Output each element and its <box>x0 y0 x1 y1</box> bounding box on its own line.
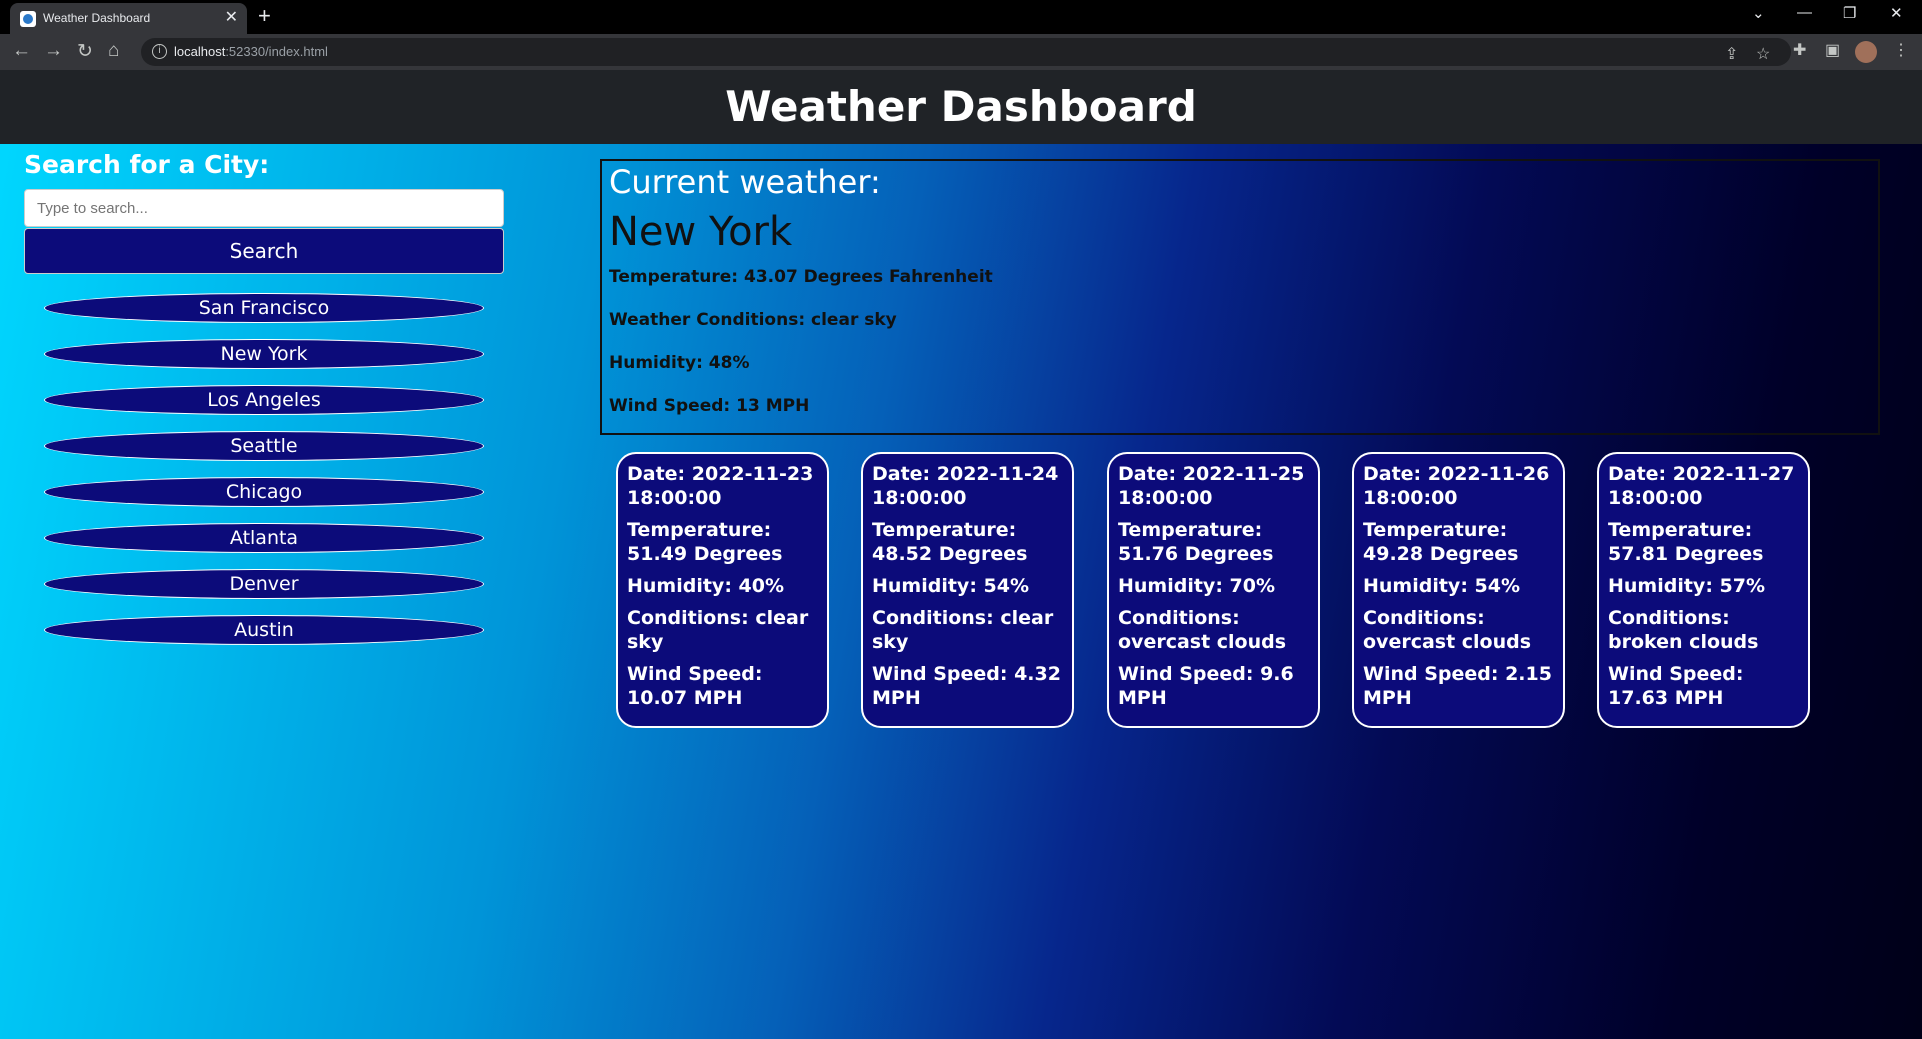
page-title: Weather Dashboard <box>725 82 1197 131</box>
forecast-card: Date: 2022-11-24 18:00:00 Temperature: 4… <box>861 452 1074 728</box>
forecast-conditions: Conditions: clear sky <box>627 607 809 653</box>
forecast-conditions: Conditions: overcast clouds <box>1363 607 1532 653</box>
forecast-wind-speed: Wind Speed: 9.6 MPH <box>1118 663 1294 709</box>
forecast-temperature: Temperature: 51.76 Degrees <box>1118 519 1274 565</box>
city-button-san-francisco[interactable]: San Francisco <box>44 293 484 323</box>
forecast-temperature: Temperature: 48.52 Degrees <box>872 519 1028 565</box>
current-temperature: Temperature: 43.07 Degrees Fahrenheit <box>609 267 993 287</box>
current-city-name: New York <box>609 209 793 255</box>
tab-title: Weather Dashboard <box>43 11 151 25</box>
home-icon[interactable]: ⌂ <box>108 40 119 62</box>
new-tab-icon[interactable]: + <box>258 3 271 29</box>
city-button-seattle[interactable]: Seattle <box>44 431 484 461</box>
close-tab-icon[interactable]: ✕ <box>225 7 238 27</box>
city-button-new-york[interactable]: New York <box>44 339 484 369</box>
forecast-temperature: Temperature: 57.81 Degrees <box>1608 519 1764 565</box>
browser-tab-strip: Weather Dashboard ✕ + ⌄ — ❐ ✕ <box>0 0 1922 34</box>
page-body: Weather Dashboard Search for a City: Sea… <box>0 70 1922 1039</box>
forecast-date: Date: 2022-11-24 18:00:00 <box>872 463 1059 509</box>
current-humidity: Humidity: 48% <box>609 353 750 373</box>
restore-icon[interactable]: ❐ <box>1843 4 1856 22</box>
forecast-humidity: Humidity: 54% <box>872 575 1030 597</box>
current-conditions: Weather Conditions: clear sky <box>609 310 897 330</box>
share-icon[interactable]: ⇪ <box>1725 44 1738 64</box>
forecast-temperature: Temperature: 49.28 Degrees <box>1363 519 1519 565</box>
site-info-icon[interactable]: i <box>152 44 167 59</box>
forecast-temperature: Temperature: 51.49 Degrees <box>627 519 783 565</box>
current-weather-panel: Current weather: New York Temperature: 4… <box>600 159 1880 435</box>
profile-avatar[interactable] <box>1855 41 1877 63</box>
forecast-date: Date: 2022-11-27 18:00:00 <box>1608 463 1795 509</box>
minimize-icon[interactable]: — <box>1797 4 1812 21</box>
forecast-card: Date: 2022-11-23 18:00:00 Temperature: 5… <box>616 452 829 728</box>
search-label: Search for a City: <box>24 150 270 179</box>
back-icon[interactable]: ← <box>12 40 31 62</box>
forecast-humidity: Humidity: 70% <box>1118 575 1276 597</box>
bookmark-star-icon[interactable]: ☆ <box>1756 44 1770 64</box>
city-button-los-angeles[interactable]: Los Angeles <box>44 385 484 415</box>
forecast-humidity: Humidity: 57% <box>1608 575 1766 597</box>
search-input[interactable] <box>24 189 504 227</box>
forward-icon[interactable]: → <box>44 40 63 62</box>
forecast-date: Date: 2022-11-25 18:00:00 <box>1118 463 1305 509</box>
forecast-date: Date: 2022-11-23 18:00:00 <box>627 463 814 509</box>
address-bar[interactable]: i localhost:52330/index.html ⇪ ☆ <box>141 38 1791 66</box>
current-wind-speed: Wind Speed: 13 MPH <box>609 396 810 416</box>
reload-icon[interactable]: ↻ <box>77 40 93 63</box>
close-window-icon[interactable]: ✕ <box>1890 4 1903 22</box>
city-button-denver[interactable]: Denver <box>44 569 484 599</box>
favicon-icon <box>20 11 36 27</box>
forecast-card: Date: 2022-11-26 18:00:00 Temperature: 4… <box>1352 452 1565 728</box>
forecast-conditions: Conditions: broken clouds <box>1608 607 1759 653</box>
forecast-wind-speed: Wind Speed: 17.63 MPH <box>1608 663 1744 709</box>
forecast-wind-speed: Wind Speed: 4.32 MPH <box>872 663 1061 709</box>
browser-tab[interactable]: Weather Dashboard ✕ <box>10 3 247 34</box>
city-button-atlanta[interactable]: Atlanta <box>44 523 484 553</box>
forecast-conditions: Conditions: overcast clouds <box>1118 607 1287 653</box>
forecast-wind-speed: Wind Speed: 10.07 MPH <box>627 663 763 709</box>
side-panel-icon[interactable]: ▣ <box>1825 40 1840 60</box>
forecast-card: Date: 2022-11-27 18:00:00 Temperature: 5… <box>1597 452 1810 728</box>
current-weather-label: Current weather: <box>609 163 881 201</box>
city-history-list: San Francisco New York Los Angeles Seatt… <box>44 293 484 661</box>
forecast-humidity: Humidity: 40% <box>627 575 785 597</box>
forecast-card: Date: 2022-11-25 18:00:00 Temperature: 5… <box>1107 452 1320 728</box>
browser-toolbar: ← → ↻ ⌂ i localhost:52330/index.html ⇪ ☆… <box>0 34 1922 70</box>
city-button-austin[interactable]: Austin <box>44 615 484 645</box>
tab-search-icon[interactable]: ⌄ <box>1752 4 1765 22</box>
menu-dots-icon[interactable]: ⋮ <box>1893 40 1909 60</box>
url-text[interactable]: localhost:52330/index.html <box>174 44 328 59</box>
extensions-icon[interactable]: ✚ <box>1793 40 1806 60</box>
search-button[interactable]: Search <box>24 228 504 274</box>
city-button-chicago[interactable]: Chicago <box>44 477 484 507</box>
forecast-humidity: Humidity: 54% <box>1363 575 1521 597</box>
forecast-date: Date: 2022-11-26 18:00:00 <box>1363 463 1550 509</box>
forecast-conditions: Conditions: clear sky <box>872 607 1054 653</box>
forecast-wind-speed: Wind Speed: 2.15 MPH <box>1363 663 1552 709</box>
page-header: Weather Dashboard <box>0 70 1922 144</box>
